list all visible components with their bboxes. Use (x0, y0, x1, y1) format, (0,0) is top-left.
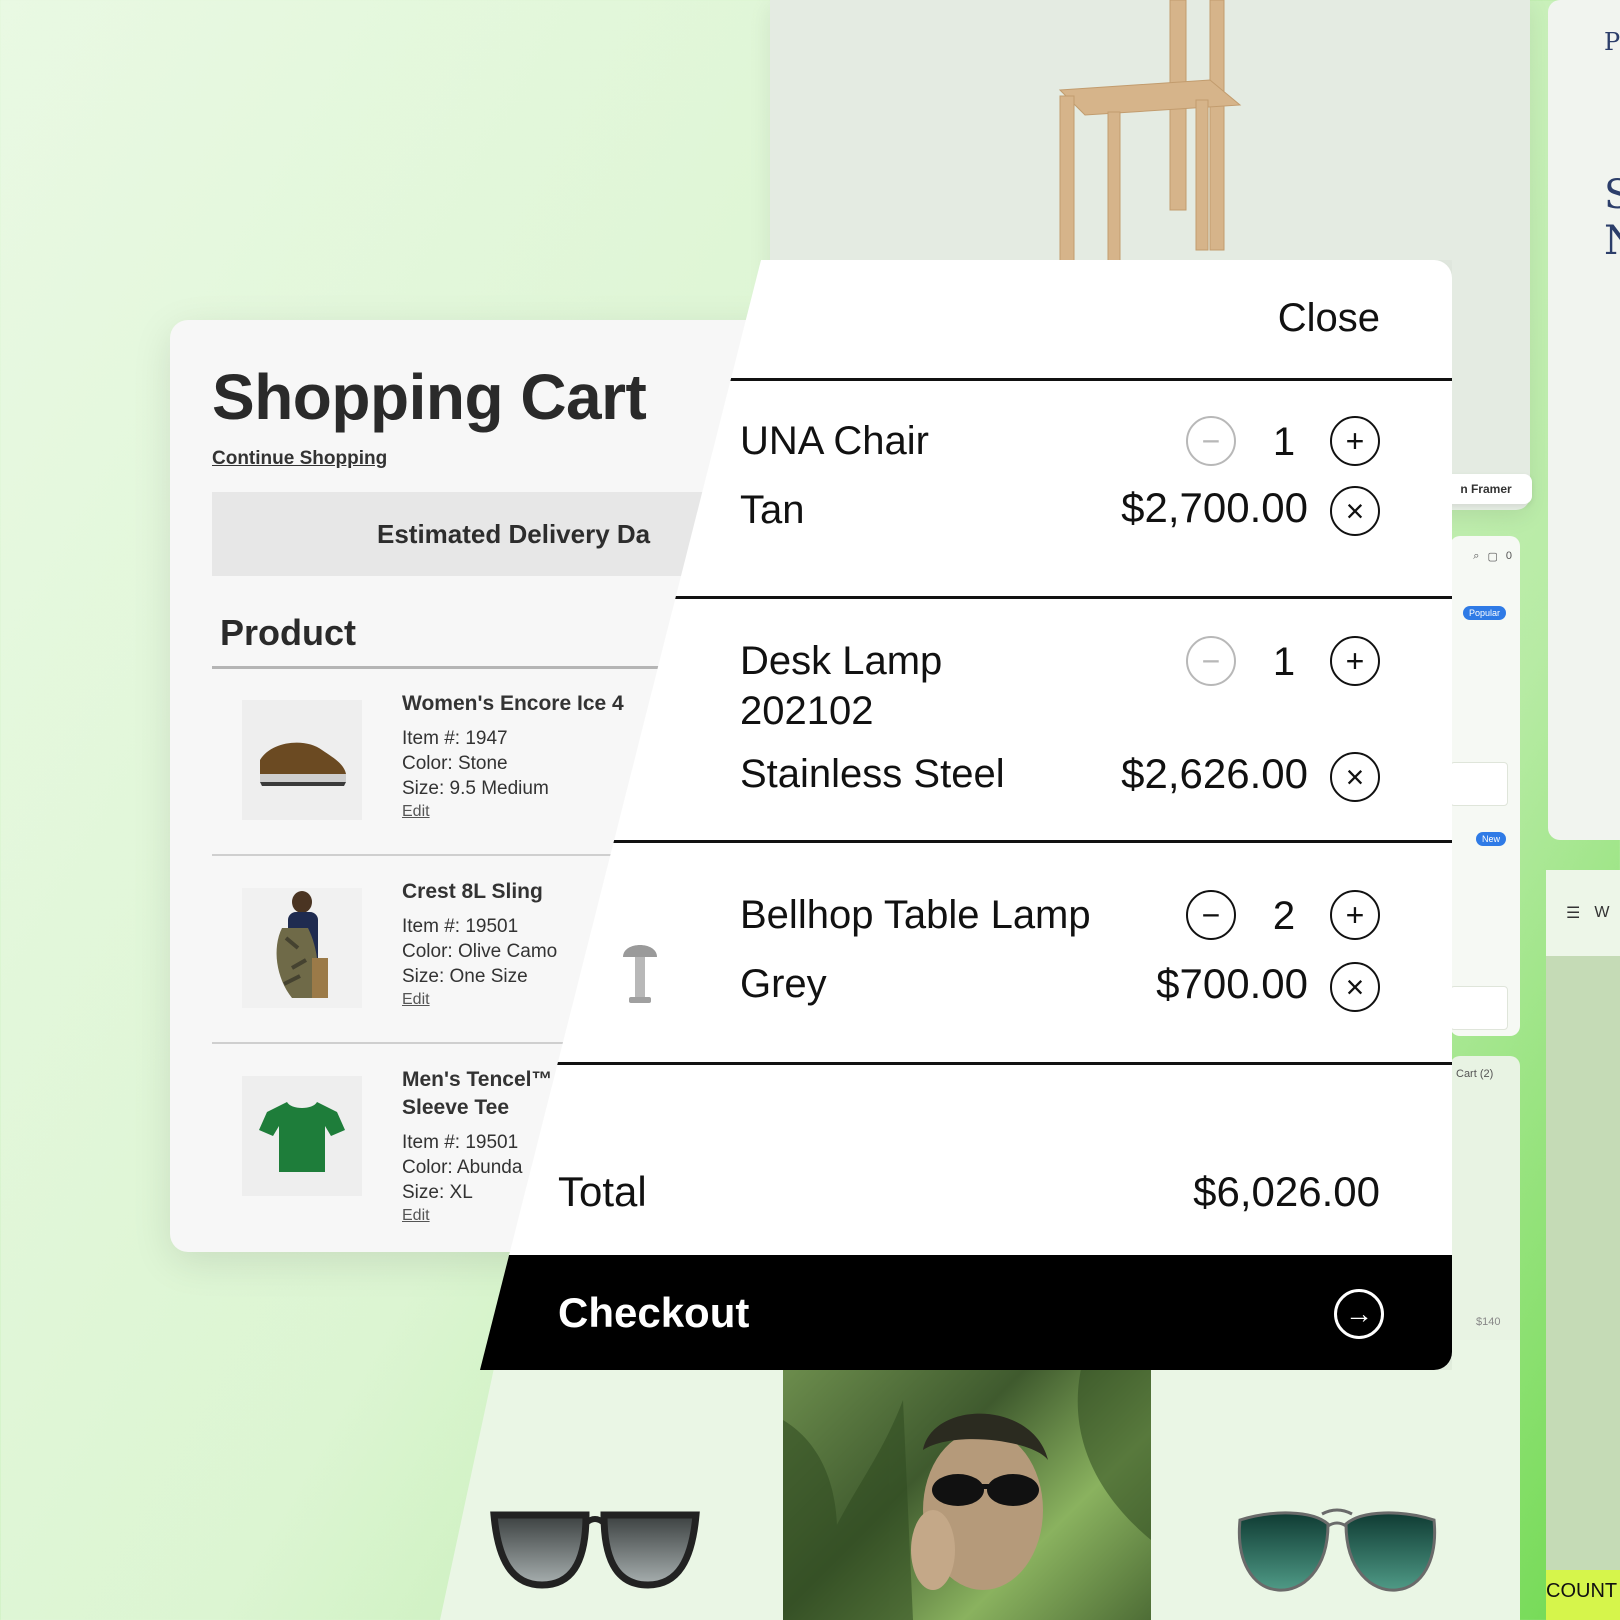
minus-icon: − (1201, 423, 1221, 459)
edit-link[interactable]: Edit (402, 803, 430, 821)
item-name[interactable]: Crest 8L Sling (402, 880, 557, 904)
item-name[interactable]: Women's Encore Ice 4 (402, 692, 624, 716)
item-details: Women's Encore Ice 4 Item #: 1947 Color:… (402, 692, 624, 821)
search-icon[interactable]: ⌕ (1473, 550, 1479, 563)
cart-mini-label: Cart (2) (1456, 1068, 1494, 1080)
item-color: Color: Olive Camo (402, 941, 558, 962)
item-name[interactable]: Men's Tencel™ (402, 1068, 552, 1092)
mini-header-icons: ⌕ ▢ 0 (1473, 550, 1512, 563)
close-icon: × (1345, 969, 1365, 1005)
cart-item-name: Desk Lamp 202102 (740, 639, 943, 733)
minus-icon: − (1201, 643, 1221, 679)
cart-item-name: Bellhop Table Lamp (740, 893, 1091, 937)
edge-letter-p: P (1604, 28, 1620, 56)
total-value: $6,026.00 (1193, 1168, 1380, 1215)
increase-quantity-button[interactable]: + (1330, 636, 1380, 686)
cart-item-price: $2,626.00 (1121, 750, 1308, 797)
edit-link[interactable]: Edit (402, 991, 430, 1009)
continue-shopping-link[interactable]: Continue Shopping (212, 448, 387, 470)
plus-icon: + (1345, 897, 1365, 933)
mini-store-widget: ⌕ ▢ 0 Popular New (1450, 536, 1520, 1036)
edge-letter-s: S (1604, 172, 1620, 218)
mini-nav-header: ☰ W (1546, 870, 1620, 956)
mini-nav-letter: W (1594, 904, 1610, 921)
decrease-quantity-button[interactable]: − (1186, 636, 1236, 686)
remove-item-button[interactable]: × (1330, 752, 1380, 802)
popular-badge: Popular (1462, 606, 1506, 620)
plus-icon: + (1345, 423, 1365, 459)
discount-bar: COUNT (1546, 1570, 1620, 1620)
page-title: Shopping Cart (212, 361, 647, 433)
quantity-value: 1 (1272, 420, 1296, 464)
arrow-right-icon: → (1334, 1289, 1384, 1339)
cart-icon[interactable]: ▢ (1487, 550, 1497, 563)
decrease-quantity-button[interactable]: − (1186, 890, 1236, 940)
aviator-sunglasses (1232, 1500, 1442, 1605)
product-column-header: Product (220, 612, 357, 653)
total-label: Total (558, 1168, 647, 1215)
drawer-divider (480, 1062, 1452, 1065)
quantity-value: 1 (1272, 640, 1296, 684)
cart-item-variant: Tan (740, 488, 805, 532)
new-badge: New (1475, 832, 1506, 846)
checkout-button[interactable]: Checkout → (480, 1255, 1452, 1370)
close-button[interactable]: Close (1278, 296, 1380, 341)
chair-photo (1010, 0, 1270, 267)
tshirt-icon[interactable] (242, 1076, 362, 1196)
remove-item-button[interactable]: × (1330, 486, 1380, 536)
cart-item-variant: Grey (740, 962, 827, 1006)
sling-bag-icon[interactable] (242, 888, 362, 1008)
quantity-value: 2 (1272, 894, 1296, 938)
item-details: Crest 8L Sling Item #: 19501 Color: Oliv… (402, 880, 557, 1009)
shoe-icon[interactable] (242, 700, 362, 820)
plus-icon: + (1345, 643, 1365, 679)
item-size: Size: 9.5 Medium (402, 778, 549, 799)
cart-item-name: UNA Chair (740, 419, 929, 463)
cart-count: 0 (1505, 550, 1512, 562)
menu-icon[interactable]: ☰ (1566, 903, 1580, 923)
framer-badge: n Framer (1440, 474, 1532, 504)
item-number: Item #: 1947 (402, 728, 508, 749)
cart-item-price: $700.00 (1156, 960, 1308, 1007)
right-edge-panel: P S N (1548, 0, 1620, 840)
item-number: Item #: 19501 (402, 916, 519, 937)
close-icon: × (1345, 493, 1365, 529)
cart-item-variant: Stainless Steel (740, 752, 1005, 796)
increase-quantity-button[interactable]: + (1330, 416, 1380, 466)
cart-item-price: $2,700.00 (1121, 484, 1308, 531)
sunglasses-model-photo (783, 1360, 1151, 1620)
close-icon: × (1345, 759, 1365, 795)
delivery-date-text: Estimated Delivery Da (377, 518, 651, 549)
checkout-label: Checkout (558, 1289, 750, 1336)
mini-input-box (1450, 762, 1508, 806)
edit-link[interactable]: Edit (402, 1207, 430, 1225)
item-size: Size: One Size (402, 966, 528, 987)
mini-price-label: $140 (1476, 1316, 1501, 1328)
decrease-quantity-button[interactable]: − (1186, 416, 1236, 466)
mini-input-box (1450, 986, 1508, 1030)
minus-icon: − (1201, 897, 1221, 933)
edge-letter-n: N (1604, 218, 1620, 264)
right-photo-panel: ☰ W (1546, 870, 1620, 1570)
item-number: Item #: 19501 (402, 1132, 519, 1153)
cat-eye-sunglasses (490, 1505, 700, 1600)
item-name-line2: Sleeve Tee (402, 1096, 510, 1119)
remove-item-button[interactable]: × (1330, 962, 1380, 1012)
cart-item-row: Bellhop Table Lamp Grey − 2 + $700.00 × (480, 840, 1452, 1040)
item-color: Color: Stone (402, 753, 508, 774)
increase-quantity-button[interactable]: + (1330, 890, 1380, 940)
